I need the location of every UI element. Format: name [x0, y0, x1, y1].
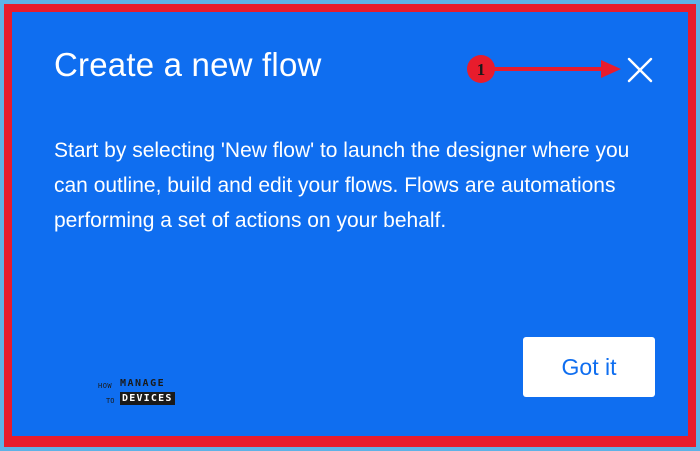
- teaching-dialog: Create a new flow 1 Start by selecting '…: [12, 12, 688, 436]
- logo-devices-text: DEVICES: [120, 392, 175, 405]
- close-button[interactable]: [622, 52, 658, 88]
- logo-to-text: TO: [106, 397, 115, 405]
- dialog-description: Start by selecting 'New flow' to launch …: [54, 139, 630, 232]
- close-icon: [627, 57, 653, 83]
- how-to-manage-devices-logo: HOW TO MANAGE DEVICES: [98, 378, 190, 410]
- got-it-button[interactable]: Got it: [523, 337, 655, 397]
- logo-manage-text: MANAGE: [120, 378, 166, 389]
- annotation-arrow-graphic: 1: [467, 55, 621, 83]
- annotation-marker-number: 1: [477, 60, 486, 79]
- annotation-arrow: 1: [465, 54, 625, 88]
- logo-how-text: HOW: [98, 382, 113, 390]
- dialog-title: Create a new flow: [54, 46, 322, 83]
